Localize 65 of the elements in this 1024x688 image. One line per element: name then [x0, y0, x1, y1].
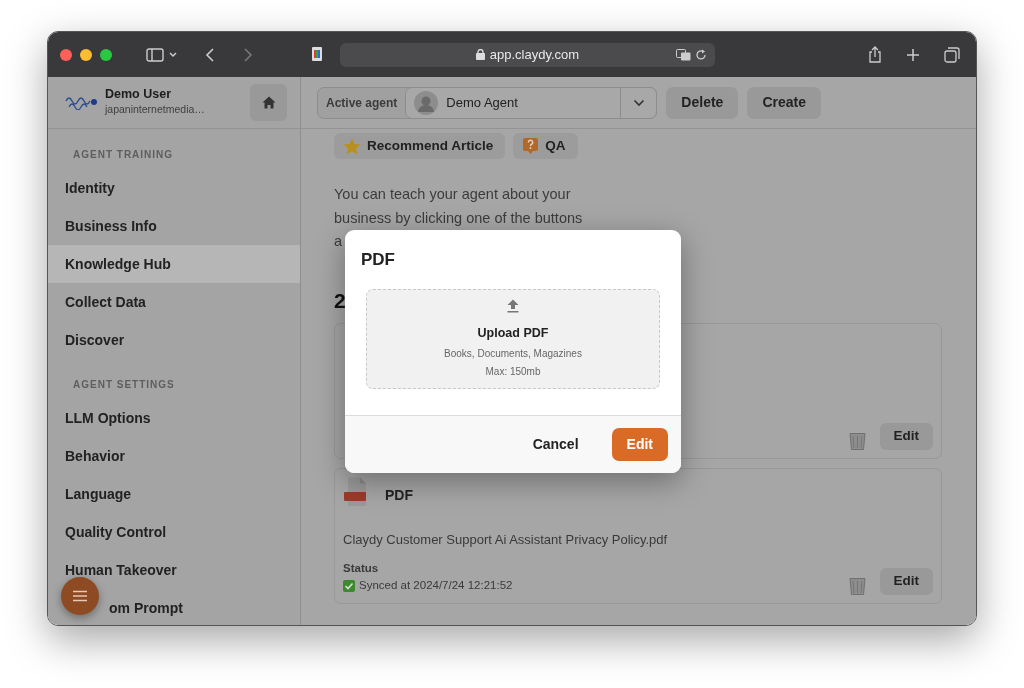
sidebar-item[interactable]: Language	[48, 475, 300, 513]
agent-selector[interactable]: Active agent Demo Agent	[317, 86, 658, 119]
forward-icon[interactable]	[242, 46, 254, 63]
window-control-button[interactable]	[60, 48, 72, 61]
delete-button[interactable]: Delete	[666, 86, 739, 119]
status-label: Status	[343, 561, 380, 577]
upload-area[interactable]: Upload PDF Books, Documents, Magazines Max: 150mb	[366, 289, 660, 389]
share-icon[interactable]	[868, 46, 882, 63]
menu-icon	[72, 590, 88, 602]
agent-name: Demo Agent	[446, 93, 519, 112]
section-heading: 2	[334, 287, 346, 313]
action-button[interactable]: QA	[513, 133, 578, 159]
sidebar-item[interactable]: Business Info	[48, 207, 300, 245]
chevron-down-icon[interactable]	[168, 50, 178, 59]
window-control-button[interactable]	[80, 48, 92, 61]
user-email: japaninternetmedia…	[105, 101, 205, 117]
action-button[interactable]: Recommend Article	[334, 133, 506, 159]
edit-button[interactable]: Edit	[611, 428, 668, 461]
sidebar-item[interactable]: Behavior	[48, 437, 300, 475]
check-icon	[343, 580, 355, 593]
address-bar[interactable]: app.claydy.com	[340, 42, 715, 67]
card-title: PDF	[385, 485, 413, 505]
section-heading: AGENT TRAINING	[72, 148, 175, 162]
translate-icon[interactable]	[676, 48, 691, 61]
window-control-button[interactable]	[100, 48, 112, 61]
favicon-icon[interactable]	[312, 46, 322, 63]
upload-limit: Max: 150mb	[485, 364, 541, 379]
question-bubble-icon	[522, 137, 540, 155]
sidebar-item[interactable]: LLM Options	[48, 399, 300, 437]
url-text: app.claydy.com	[489, 45, 580, 64]
menu-button[interactable]	[61, 577, 99, 615]
cancel-button[interactable]: Cancel	[517, 428, 594, 461]
sidebar-item[interactable]: Human Takeover	[48, 551, 300, 589]
sidebar-item[interactable]: Discover	[48, 321, 300, 359]
back-icon[interactable]	[204, 46, 216, 63]
status-text: Synced at 2024/7/24 12:21:52	[359, 578, 513, 594]
logo-icon	[65, 95, 97, 110]
upload-hint: Books, Documents, Magazines	[444, 346, 582, 361]
edit-button[interactable]: Edit	[879, 422, 933, 450]
plus-icon[interactable]	[906, 47, 920, 62]
sidebar-item[interactable]: Quality Control	[48, 513, 300, 551]
upload-title: Upload PDF	[477, 325, 549, 343]
intro-text: You can teach your agent about your business by clicking one of the buttons a	[334, 185, 584, 251]
sidebar-item[interactable]: Knowledge Hub	[48, 245, 300, 283]
sidebar-item[interactable]: Collect Data	[48, 283, 300, 321]
upload-icon	[507, 299, 519, 314]
sidebar-item[interactable]: om Prompt	[48, 589, 300, 625]
edit-button[interactable]: Edit	[879, 567, 933, 595]
user-name: Demo User	[105, 87, 172, 102]
tabs-icon[interactable]	[944, 46, 960, 63]
star-icon	[343, 137, 361, 155]
create-button[interactable]: Create	[747, 86, 821, 119]
sidebar-item[interactable]: Identity	[48, 169, 300, 207]
sidebar-icon[interactable]	[146, 47, 164, 62]
section-heading: AGENT SETTINGS	[72, 378, 176, 392]
home-icon	[261, 96, 276, 109]
chevron-down-icon	[632, 98, 645, 107]
reload-icon[interactable]	[695, 48, 707, 61]
pdf-file-icon	[343, 476, 369, 507]
field-label: Active agent	[325, 94, 399, 112]
lock-icon	[475, 49, 485, 60]
avatar-icon	[414, 90, 439, 115]
file-name: Claydy Customer Support Ai Assistant Privacy Policy.pdf	[343, 530, 669, 549]
home-button[interactable]	[250, 84, 287, 121]
dialog-title: PDF	[360, 249, 396, 271]
